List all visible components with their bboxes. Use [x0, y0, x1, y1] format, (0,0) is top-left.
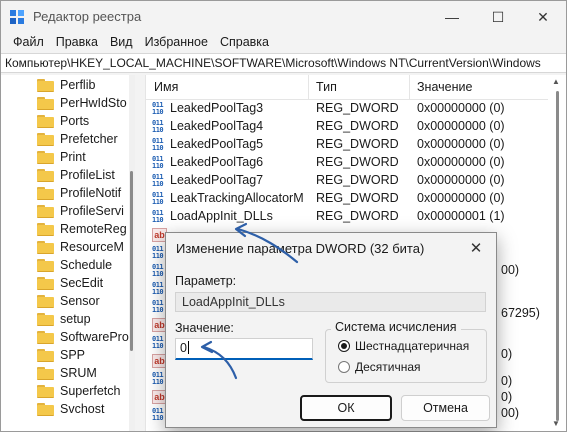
tree-item[interactable]: SoftwarePro: [37, 328, 129, 346]
folder-icon: [37, 168, 54, 182]
column-value-header[interactable]: Значение: [417, 80, 472, 94]
close-button[interactable]: ✕: [520, 1, 566, 33]
list-scrollbar[interactable]: ▲ ▼: [548, 75, 566, 431]
param-label: Параметр:: [175, 274, 237, 288]
binary-value-icon: 011 110: [152, 173, 164, 188]
tree-item[interactable]: Print: [37, 148, 86, 166]
tree-item[interactable]: Prefetcher: [37, 130, 118, 148]
ok-button[interactable]: ОК: [300, 395, 392, 421]
menu-file[interactable]: Файл: [7, 33, 50, 53]
tree-item[interactable]: ProfileNotif: [37, 184, 121, 202]
folder-icon: [37, 222, 54, 236]
tree-item[interactable]: PerHwIdSto: [37, 94, 127, 112]
folder-icon: [37, 132, 54, 146]
window-title: Редактор реестра: [33, 9, 142, 24]
list-row[interactable]: 011 110 LeakedPoolTag7 REG_DWORD 0x00000000…: [146, 172, 566, 190]
folder-icon: [37, 186, 54, 200]
base-groupbox: [325, 329, 487, 383]
folder-icon: [37, 294, 54, 308]
folder-icon: [37, 348, 54, 362]
folder-icon: [37, 96, 54, 110]
binary-value-icon: 011 110: [152, 119, 164, 134]
scroll-up-icon[interactable]: ▲: [552, 77, 560, 86]
tree-item[interactable]: Sensor: [37, 292, 100, 310]
tree-item[interactable]: Perflib: [37, 76, 95, 94]
pane-splitter[interactable]: [135, 75, 145, 431]
tree-item[interactable]: SecEdit: [37, 274, 103, 292]
tree-scrollbar-thumb[interactable]: [130, 171, 133, 351]
binary-value-icon: 011 110: [152, 209, 164, 224]
edit-dword-dialog: Изменение параметра DWORD (32 бита) ✕ Па…: [165, 232, 497, 428]
tree-item[interactable]: SRUM: [37, 364, 97, 382]
folder-icon: [37, 204, 54, 218]
list-row[interactable]: 011 110 LeakedPoolTag5 REG_DWORD 0x00000000…: [146, 136, 566, 154]
folder-icon: [37, 78, 54, 92]
radio-hex[interactable]: Шестнадцатеричная: [338, 339, 469, 353]
list-row[interactable]: 011 110 LeakedPoolTag6 REG_DWORD 0x00000000…: [146, 154, 566, 172]
minimize-button[interactable]: —: [429, 1, 475, 33]
dialog-title: Изменение параметра DWORD (32 бита): [176, 241, 425, 256]
menu-bar: Файл Правка Вид Избранное Справка: [1, 33, 566, 53]
folder-icon: [37, 312, 54, 326]
radio-decimal[interactable]: Десятичная: [338, 360, 421, 374]
folder-icon: [37, 402, 54, 416]
tree-item[interactable]: ProfileList: [37, 166, 115, 184]
radio-empty-icon: [338, 361, 350, 373]
folder-icon: [37, 276, 54, 290]
title-bar: Редактор реестра — ☐ ✕: [1, 1, 566, 33]
binary-value-icon: 011 110: [152, 137, 164, 152]
list-row[interactable]: 011 110 LeakedPoolTag3 REG_DWORD 0x00000000…: [146, 100, 566, 118]
tree-item[interactable]: ResourceM: [37, 238, 124, 256]
folder-icon: [37, 258, 54, 272]
column-divider[interactable]: [409, 75, 410, 99]
menu-favorites[interactable]: Избранное: [139, 33, 214, 53]
list-scrollbar-thumb[interactable]: [556, 91, 559, 421]
tree-item[interactable]: Schedule: [37, 256, 112, 274]
value-label: Значение:: [175, 321, 234, 335]
folder-icon: [37, 330, 54, 344]
tree-item[interactable]: Ports: [37, 112, 89, 130]
folder-icon: [37, 384, 54, 398]
menu-help[interactable]: Справка: [214, 33, 275, 53]
column-divider[interactable]: [308, 75, 309, 99]
folder-icon: [37, 366, 54, 380]
column-name-header[interactable]: Имя: [154, 80, 178, 94]
base-group-title: Система исчисления: [331, 320, 461, 334]
tree-item[interactable]: Superfetch: [37, 382, 120, 400]
regedit-app-icon: [10, 10, 24, 24]
tree-item[interactable]: setup: [37, 310, 91, 328]
dialog-close-button[interactable]: ✕: [462, 237, 490, 259]
binary-value-icon: 011 110: [152, 191, 164, 206]
tree-item[interactable]: RemoteReg: [37, 220, 127, 238]
scroll-down-icon[interactable]: ▼: [552, 419, 560, 428]
folder-icon: [37, 240, 54, 254]
list-row[interactable]: 011 110 LoadAppInit_DLLs REG_DWORD 0x000000…: [146, 208, 566, 226]
menu-view[interactable]: Вид: [104, 33, 139, 53]
tree-item[interactable]: Svchost: [37, 400, 104, 418]
tree-item[interactable]: ProfileServi: [37, 202, 124, 220]
list-header: Имя Тип Значение: [146, 75, 566, 100]
binary-value-icon: 011 110: [152, 101, 164, 116]
registry-tree: Perflib PerHwIdSto Ports Prefetcher Prin…: [1, 75, 135, 431]
param-name-field: LoadAppInit_DLLs: [175, 292, 486, 312]
value-input[interactable]: 0: [175, 338, 313, 360]
cancel-button[interactable]: Отмена: [401, 395, 490, 421]
folder-icon: [37, 150, 54, 164]
tree-item[interactable]: SPP: [37, 346, 85, 364]
list-row[interactable]: 011 110 LeakTrackingAllocatorM... REG_DWOR…: [146, 190, 566, 208]
menu-edit[interactable]: Правка: [50, 33, 104, 53]
radio-selected-icon: [338, 340, 350, 352]
text-caret: [187, 341, 189, 354]
address-bar[interactable]: Компьютер\HKEY_LOCAL_MACHINE\SOFTWARE\Mi…: [1, 53, 566, 73]
column-type-header[interactable]: Тип: [316, 80, 337, 94]
maximize-button[interactable]: ☐: [475, 1, 521, 33]
binary-value-icon: 011 110: [152, 155, 164, 170]
folder-icon: [37, 114, 54, 128]
list-row[interactable]: 011 110 LeakedPoolTag4 REG_DWORD 0x00000000…: [146, 118, 566, 136]
